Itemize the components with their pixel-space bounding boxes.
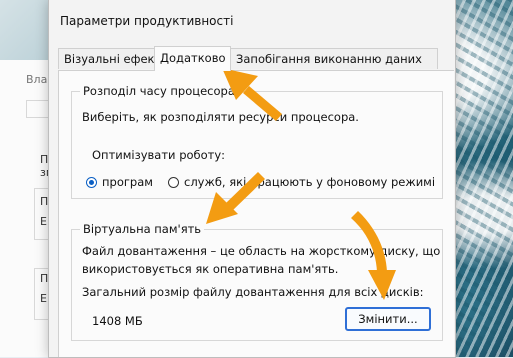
programs-radio[interactable]: [86, 177, 97, 188]
background-services-radio-label[interactable]: служб, які працюють у фоновому режимі: [184, 175, 435, 189]
virtual-memory-group: Віртуальна пам'ять Файл довантаження – ц…: [71, 222, 443, 341]
advanced-tab-panel: Розподіл часу процесора Виберіть, як роз…: [58, 70, 454, 357]
tab-visual-effects[interactable]: Візуальні ефекти: [58, 48, 169, 69]
tab-label: Візуальні ефекти: [64, 52, 169, 66]
paging-file-description-1: Файл довантаження – це область на жорстк…: [82, 244, 441, 258]
optimize-label: Оптимізувати роботу:: [92, 148, 226, 162]
background-text: Е: [40, 292, 47, 305]
tab-label: Додатково: [160, 51, 226, 65]
performance-options-dialog: Параметри продуктивності Візуальні ефект…: [48, 0, 456, 358]
tab-advanced[interactable]: Додатково: [154, 46, 231, 71]
processor-description: Виберіть, як розподіляти ресурси процесо…: [82, 110, 359, 124]
paging-size-value: 1408 МБ: [92, 314, 143, 328]
tab-label: Запобігання виконанню даних: [236, 52, 422, 66]
group-title: Розподіл часу процесора: [80, 84, 238, 98]
dialog-title: Параметри продуктивності: [60, 14, 234, 28]
programs-radio-label[interactable]: програм: [102, 175, 153, 189]
processor-scheduling-group: Розподіл часу процесора Виберіть, як роз…: [71, 84, 443, 199]
background-services-radio[interactable]: [168, 177, 179, 188]
background-text: Е: [40, 215, 47, 228]
total-paging-size-label: Загальний розмір файлу довантаження для …: [82, 285, 424, 299]
tab-data-execution-prevention[interactable]: Запобігання виконанню даних: [230, 48, 438, 69]
paging-file-description-2: використовується як оперативна пам'ять.: [82, 262, 339, 276]
group-title: Віртуальна пам'ять: [80, 222, 205, 236]
change-button[interactable]: Змінити...: [345, 307, 431, 331]
